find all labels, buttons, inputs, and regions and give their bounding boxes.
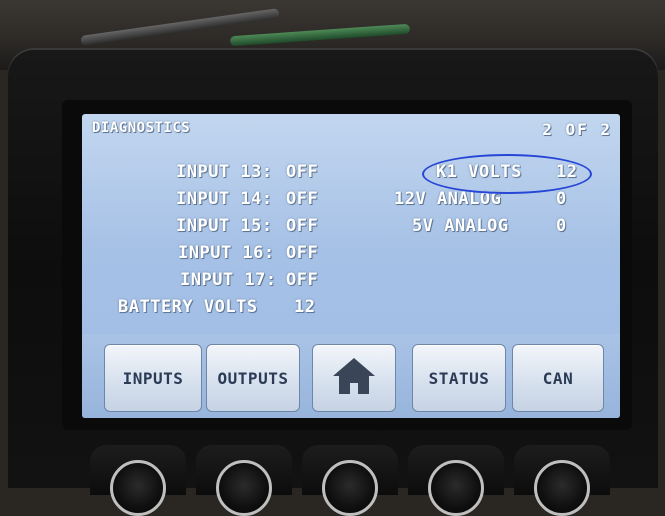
inputs-button[interactable]: INPUTS: [104, 344, 202, 412]
battery-volts-value: 12: [294, 297, 316, 317]
5v-analog-label: 5V ANALOG: [412, 216, 509, 236]
battery-volts-label: BATTERY VOLTS: [118, 297, 258, 317]
home-button[interactable]: [312, 344, 396, 412]
outputs-button-label: OUTPUTS: [217, 368, 289, 388]
input-15-value: OFF: [286, 216, 319, 236]
status-button-label: STATUS: [428, 368, 490, 388]
inputs-button-label: INPUTS: [122, 368, 184, 388]
display-screen: DIAGNOSTICS 2 OF 2 INPUT 13: OFF INPUT 1…: [82, 114, 620, 418]
input-17-value: OFF: [286, 270, 319, 290]
physical-knob-2[interactable]: [216, 460, 272, 516]
physical-knob-4[interactable]: [428, 460, 484, 516]
home-icon: [331, 356, 377, 400]
input-16-value: OFF: [286, 243, 319, 263]
screen-title: DIAGNOSTICS: [92, 120, 191, 136]
highlight-oval: [422, 154, 592, 194]
nav-bar: INPUTS OUTPUTS STATUS CAN: [82, 334, 620, 418]
input-13-label: INPUT 13:: [176, 162, 273, 182]
input-16-label: INPUT 16:: [178, 243, 275, 263]
outputs-button[interactable]: OUTPUTS: [206, 344, 300, 412]
input-14-value: OFF: [286, 189, 319, 209]
input-13-value: OFF: [286, 162, 319, 182]
can-button-label: CAN: [542, 368, 574, 388]
input-17-label: INPUT 17:: [180, 270, 277, 290]
input-14-label: INPUT 14:: [176, 189, 273, 209]
physical-knob-1[interactable]: [110, 460, 166, 516]
12v-analog-value: 0: [556, 189, 567, 209]
physical-knob-3[interactable]: [322, 460, 378, 516]
status-button[interactable]: STATUS: [412, 344, 506, 412]
physical-knob-5[interactable]: [534, 460, 590, 516]
5v-analog-value: 0: [556, 216, 567, 236]
page-indicator: 2 OF 2: [542, 120, 612, 139]
input-15-label: INPUT 15:: [176, 216, 273, 236]
can-button[interactable]: CAN: [512, 344, 604, 412]
